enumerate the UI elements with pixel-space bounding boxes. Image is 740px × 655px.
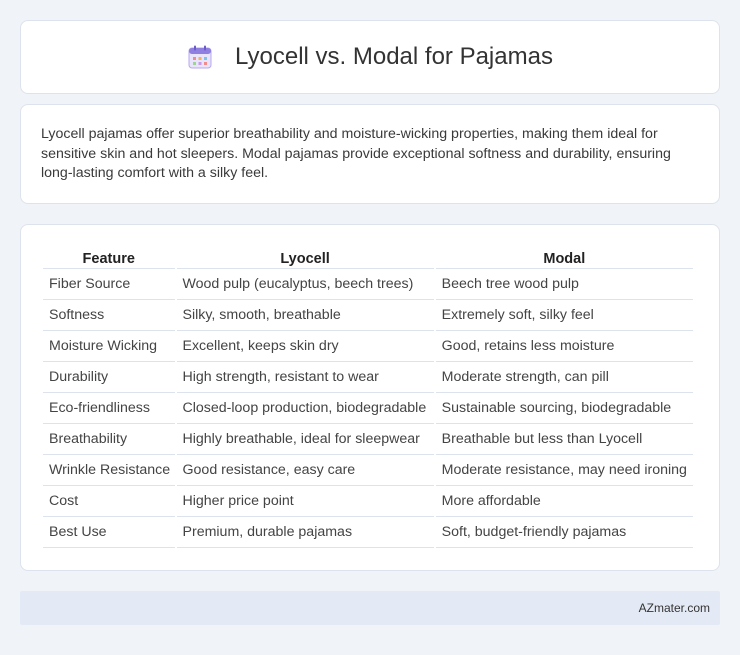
table-row: Breathability Highly breathable, ideal fo… [43,424,693,455]
page-title: Lyocell vs. Modal for Pajamas [235,43,553,70]
summary-card: Lyocell pajamas offer superior breathabi… [20,104,720,204]
table-row: Moisture Wicking Excellent, keeps skin dr… [43,331,693,362]
lyocell-cell: Silky, smooth, breathable [176,300,434,331]
feature-cell: Softness [43,300,175,331]
lyocell-cell: Highly breathable, ideal for sleepwear [176,424,434,455]
table-row: Eco-friendliness Closed-loop production, … [43,393,693,424]
lyocell-cell: High strength, resistant to wear [176,362,434,393]
feature-cell: Best Use [43,517,175,548]
comparison-table-card: Feature Lyocell Modal Fiber Source Wood p… [20,224,720,571]
table-row: Fiber Source Wood pulp (eucalyptus, beech… [43,269,693,300]
header-modal: Modal [435,245,693,269]
title-card: Lyocell vs. Modal for Pajamas [20,20,720,94]
lyocell-cell: Excellent, keeps skin dry [176,331,434,362]
feature-cell: Wrinkle Resistance [43,455,175,486]
footer-brand: AZmater.com [638,601,710,615]
modal-cell: Soft, budget-friendly pajamas [435,517,693,548]
modal-cell: More affordable [435,486,693,517]
modal-cell: Sustainable sourcing, biodegradable [435,393,693,424]
table-row: Durability High strength, resistant to we… [43,362,693,393]
header-feature: Feature [43,245,175,269]
feature-cell: Fiber Source [43,269,175,300]
modal-cell: Moderate strength, can pill [435,362,693,393]
table-row: Cost Higher price point More affordable [43,486,693,517]
table-header-row: Feature Lyocell Modal [43,245,693,269]
table-row: Best Use Premium, durable pajamas Soft, bu… [43,517,693,548]
table-row: Wrinkle Resistance Good resistance, easy … [43,455,693,486]
modal-cell: Moderate resistance, may need ironing [435,455,693,486]
comparison-table: Feature Lyocell Modal Fiber Source Wood p… [41,245,695,548]
table-row: Softness Silky, smooth, breathable Extreme… [43,300,693,331]
lyocell-cell: Premium, durable pajamas [176,517,434,548]
modal-cell: Good, retains less moisture [435,331,693,362]
table-body: Fiber Source Wood pulp (eucalyptus, beech… [43,269,693,548]
lyocell-cell: Good resistance, easy care [176,455,434,486]
footer: AZmater.com [20,591,720,625]
modal-cell: Breathable but less than Lyocell [435,424,693,455]
header-lyocell: Lyocell [176,245,434,269]
summary-text: Lyocell pajamas offer superior breathabi… [41,126,671,181]
lyocell-cell: Closed-loop production, biodegradable [176,393,434,424]
modal-cell: Extremely soft, silky feel [435,300,693,331]
lyocell-cell: Wood pulp (eucalyptus, beech trees) [176,269,434,300]
feature-cell: Eco-friendliness [43,393,175,424]
feature-cell: Durability [43,362,175,393]
feature-cell: Breathability [43,424,175,455]
feature-cell: Moisture Wicking [43,331,175,362]
feature-cell: Cost [43,486,175,517]
modal-cell: Beech tree wood pulp [435,269,693,300]
lyocell-cell: Higher price point [176,486,434,517]
calendar-icon [187,44,213,70]
